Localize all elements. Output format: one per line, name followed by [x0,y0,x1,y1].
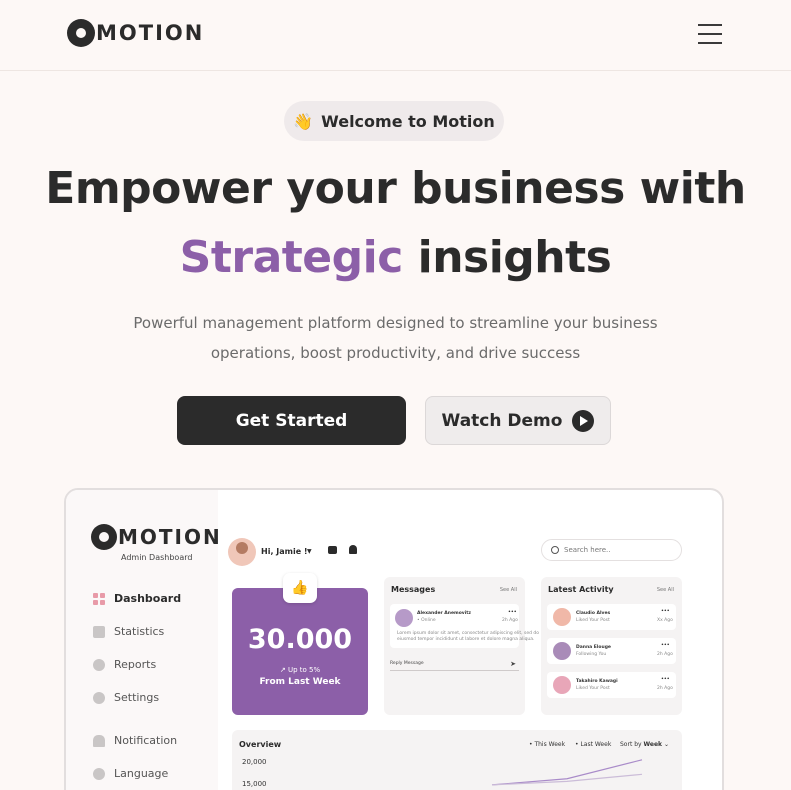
message-item[interactable]: Alexander Anemovitz • Online ••• 2h Ago … [390,604,539,648]
headline-accent: Strategic [179,232,404,283]
stat-change-label: Up to 5% [287,666,321,674]
dashboard-sidebar: MOTION Admin Dashboard Dashboard Statist… [66,490,220,790]
bell-icon [93,734,105,747]
sidebar-item-statistics[interactable]: Statistics [93,625,164,638]
sidebar-item-notification[interactable]: Notification [93,734,177,747]
dashboard-logo: MOTION [91,524,222,550]
activity-name: Takahiro Kawagi [576,679,618,684]
stat-period: From Last Week [259,677,341,687]
trend-up-icon: ↗ [279,666,288,674]
stat-value: 30.000 [247,624,353,655]
activity-see-all-link[interactable]: See All [657,587,674,593]
overview-chart [491,759,643,786]
activity-panel: Latest Activity See All Claudio Alves Li… [541,577,682,715]
get-started-button[interactable]: Get Started [177,396,406,445]
activity-time: 2h Ago [657,686,673,691]
reply-message-input[interactable]: Reply Message ➤ [390,660,519,671]
message-sender: Alexander Anemovitz [417,611,472,616]
activity-item[interactable]: Danna Elouge Following You ••• 2h Ago [547,638,676,664]
activity-time: Xx Ago [657,618,673,623]
more-icon[interactable]: ••• [661,677,670,682]
gear-icon [93,691,105,704]
activity-time: 2h Ago [657,652,673,657]
sidebar-item-reports[interactable]: Reports [93,658,156,671]
subtitle-line-2: operations, boost productivity, and driv… [210,344,581,362]
avatar [553,642,571,660]
more-icon[interactable]: ••• [508,610,517,615]
activity-action: Liked Your Post [576,618,610,623]
greeting-text: Hi, Jamie ! [261,547,308,556]
activity-action: Liked Your Post [576,686,610,691]
message-status: • Online [417,618,436,623]
more-icon[interactable]: ••• [661,609,670,614]
activity-title: Latest Activity [548,585,614,594]
subtitle-line-1: Powerful management platform designed to… [133,314,658,332]
sidebar-item-dashboard[interactable]: Dashboard [93,592,181,605]
activity-name: Danna Elouge [576,645,611,650]
sidebar-item-label: Statistics [114,625,165,638]
sidebar-item-settings[interactable]: Settings [93,691,159,704]
globe-icon [93,767,105,780]
chat-icon[interactable] [328,546,337,554]
messages-title: Messages [391,585,436,594]
bar-chart-icon [93,625,105,638]
waving-hand-icon: 👋 [293,111,314,131]
messages-see-all-link[interactable]: See All [500,587,517,593]
welcome-badge: 👋 Welcome to Motion [284,101,504,141]
sidebar-item-label: Dashboard [114,592,182,605]
message-body-line-2: eiusmod tempor incididunt ut labore et d… [397,637,535,642]
logo-o-mark [67,19,95,47]
messages-panel: Messages See All Alexander Anemovitz • O… [384,577,539,715]
dashboard-logo-text: MOTION [118,525,222,549]
activity-name: Claudio Alves [576,611,611,616]
stat-change: ↗ Up to 5% [232,666,368,674]
sidebar-item-language[interactable]: Language [93,767,168,780]
avatar [553,676,571,694]
logo-o-mark [91,524,117,550]
watch-demo-label: Watch Demo [441,410,563,431]
search-icon [551,546,559,554]
search-placeholder: Search here.. [564,546,611,554]
send-icon[interactable]: ➤ [510,660,516,668]
message-body-line-1: Lorem ipsum dolor sit amet, consectetur … [397,631,540,636]
brand-name: MOTION [96,21,205,45]
play-icon [572,409,595,432]
sidebar-item-label: Language [114,767,169,780]
brand-logo[interactable]: MOTION [67,19,204,47]
sidebar-item-label: Reports [114,658,157,671]
activity-action: Following You [576,652,607,657]
pie-chart-icon [93,658,105,671]
series-line-last-week [491,773,643,786]
more-icon[interactable]: ••• [661,643,670,648]
welcome-badge-text: Welcome to Motion [321,111,495,131]
avatar [553,608,571,626]
search-input[interactable]: Search here.. [541,539,682,561]
chevron-down-icon[interactable]: ▼ [307,548,312,555]
avatar [395,609,413,627]
headline-rest: insights [402,232,612,283]
reply-label: Reply Message [390,661,424,666]
hamburger-icon[interactable] [698,24,722,46]
sidebar-item-label: Settings [114,691,160,704]
headline-line-1: Empower your business with [45,163,746,214]
user-avatar[interactable] [228,538,256,566]
sidebar-item-label: Notification [114,734,178,747]
top-navbar: MOTION [0,0,791,71]
stat-card: 30.000 ↗ Up to 5% From Last Week [232,588,368,715]
dashboard-logo-subtitle: Admin Dashboard [121,553,193,562]
activity-item[interactable]: Takahiro Kawagi Liked Your Post ••• 2h A… [547,672,676,698]
activity-item[interactable]: Claudio Alves Liked Your Post ••• Xx Ago [547,604,676,630]
watch-demo-button[interactable]: Watch Demo [425,396,611,445]
message-time: 2h Ago [502,618,518,623]
thumbs-up-icon: 👍 [283,573,317,603]
overview-panel: Overview • This Week • Last Week Sort by… [232,730,682,790]
dashboard-preview: MOTION Admin Dashboard Dashboard Statist… [64,488,724,790]
bell-icon[interactable] [349,545,357,554]
headline-line-2: Strategic insights [0,232,791,283]
grid-icon [93,592,105,605]
